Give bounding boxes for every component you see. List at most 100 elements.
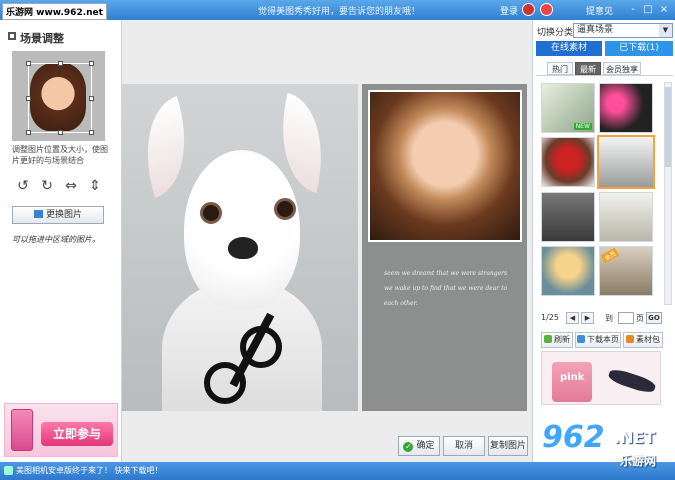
crop-handle[interactable] [89, 96, 94, 101]
crop-handle[interactable] [58, 61, 63, 66]
dog-eye [274, 198, 296, 220]
flip-horizontal-icon[interactable]: ⇔ [62, 177, 80, 195]
photo-frame[interactable] [368, 90, 522, 242]
android-icon [4, 466, 13, 475]
copy-image-button[interactable]: 复制图片 [488, 436, 528, 456]
new-badge: NEW [573, 123, 592, 130]
refresh-label: 刷新 [554, 335, 570, 344]
sub-tab-vip[interactable]: 会员独享 [603, 62, 641, 75]
scene-adjust-icon [8, 32, 16, 40]
ok-label: 确定 [416, 441, 435, 451]
material-item[interactable] [599, 83, 653, 133]
crop-handle[interactable] [26, 61, 31, 66]
page-unit-label: 页 [636, 314, 644, 323]
refresh-button[interactable]: 刷新 [541, 332, 573, 348]
scene-photo-area: seem we dreamt that we were strangers we… [362, 84, 527, 411]
dog-head [184, 150, 300, 310]
cancel-button[interactable]: 取消 [443, 436, 485, 456]
scroll-thumb[interactable] [665, 87, 671, 167]
category-value: 逼真场景 [577, 25, 614, 35]
login-link[interactable]: 登录 [500, 4, 518, 17]
watermark-sub: 乐游网 [620, 454, 657, 468]
page-indicator: 1/25 [541, 313, 559, 322]
material-scrollbar[interactable] [664, 82, 672, 305]
material-item[interactable] [541, 192, 595, 242]
change-image-button[interactable]: 更换图片 [12, 206, 104, 224]
download-icon [577, 335, 585, 343]
scene-poem: seem we dreamt that we were strangers we… [384, 266, 518, 311]
title-bar: 乐游网 www.962.net 觉得美图秀秀好用，要告诉您的朋友哦！ 登录 提意… [0, 0, 675, 20]
vip-badge: 会员 [600, 247, 620, 264]
prev-page-button[interactable]: ◀ [566, 312, 579, 324]
material-item-selected[interactable] [597, 135, 655, 189]
portrait-photo [370, 92, 520, 240]
poem-line: seem we dreamt that we were strangers [384, 270, 508, 277]
maximize-button[interactable]: □ [641, 3, 655, 16]
tab-online-material[interactable]: 在线素材 [536, 41, 602, 56]
watermark-number: 962 [542, 420, 605, 455]
window-title: 觉得美图秀秀好用，要告诉您的朋友哦！ [258, 7, 421, 17]
chevron-down-icon: ▼ [659, 24, 672, 37]
category-label: 切换分类 [537, 28, 574, 38]
crop-handle[interactable] [89, 61, 94, 66]
material-item[interactable] [541, 137, 595, 187]
download-page-button[interactable]: 下载本页 [575, 332, 621, 348]
dog-scene-image [122, 84, 358, 411]
promo-ad-image[interactable]: pink [541, 351, 661, 405]
panel-title: 场景调整 [20, 32, 64, 45]
dog-nose [228, 237, 258, 259]
material-item[interactable]: 会员 [599, 246, 653, 296]
site-tag: 乐游网 www.962.net [2, 3, 107, 20]
flip-vertical-icon[interactable]: ⇕ [86, 177, 104, 195]
change-image-label: 更换图片 [45, 210, 82, 220]
page-input[interactable] [618, 312, 634, 324]
material-item[interactable]: NEW [541, 83, 595, 133]
scene-stage[interactable]: seem we dreamt that we were strangers we… [122, 84, 527, 411]
pager: 1/25 ◀ ▶ 到 页 GO [541, 312, 673, 326]
material-panel: 切换分类 逼真场景 ▼ 在线素材 已下载(1) 热门 最新 会员独享 NEW 会… [532, 20, 675, 462]
promo-banner[interactable]: 立即参与 [4, 403, 118, 457]
status-message[interactable]: 美图相机安卓版终于来了！ 快来下载吧！ [16, 465, 163, 476]
goto-label: 到 [605, 314, 613, 323]
check-icon: ✓ [403, 442, 414, 452]
user-avatar-icon[interactable] [522, 3, 535, 16]
category-select[interactable]: 逼真场景 ▼ [573, 23, 673, 38]
preview-thumbnail[interactable] [12, 51, 105, 141]
dog-ear [127, 96, 205, 198]
dog-eye [200, 202, 222, 224]
crop-handle[interactable] [26, 96, 31, 101]
go-button[interactable]: GO [646, 312, 662, 324]
download-page-label: 下载本页 [587, 335, 619, 344]
poem-line: we wake up to find that we were dear to [384, 285, 508, 292]
crop-handle[interactable] [89, 130, 94, 135]
material-pack-label: 素材包 [636, 335, 660, 344]
minimize-button[interactable]: - [626, 3, 640, 16]
adjust-hint: 调整图片位置及大小，使图片更好的与场景结合 [12, 145, 108, 165]
close-button[interactable]: × [657, 3, 671, 16]
scene-adjust-panel: 场景调整 调整图片位置及大小，使图片更好的与场景结合 ↺ ↻ ⇔ ⇕ 更换图片 … [0, 20, 122, 462]
material-item[interactable] [541, 246, 595, 296]
watermark-net: .NET [614, 428, 656, 447]
phone-icon [11, 409, 33, 451]
weibo-icon[interactable] [540, 3, 553, 16]
material-pack-button[interactable]: 素材包 [623, 332, 663, 348]
sub-tab-latest[interactable]: 最新 [575, 62, 601, 75]
crop-handle[interactable] [58, 130, 63, 135]
material-item[interactable] [599, 192, 653, 242]
crop-handle[interactable] [26, 130, 31, 135]
tab-downloaded[interactable]: 已下载(1) [605, 41, 673, 56]
feedback-link[interactable]: 提意见 [586, 4, 613, 17]
drag-hint: 可以拖进中区域的图片。 [12, 235, 100, 244]
join-now-button[interactable]: 立即参与 [41, 422, 113, 446]
ok-button[interactable]: ✓ 确定 [398, 436, 440, 456]
refresh-icon [544, 335, 552, 343]
rotate-left-icon[interactable]: ↺ [14, 177, 32, 195]
sub-tab-hot[interactable]: 热门 [547, 62, 573, 75]
crop-box[interactable] [26, 61, 94, 135]
promo-text: pink [560, 372, 585, 383]
rotate-right-icon[interactable]: ↻ [38, 177, 56, 195]
package-icon [626, 335, 634, 343]
sub-tab-bar: 热门 最新 会员独享 [536, 56, 673, 76]
image-icon [33, 210, 43, 218]
next-page-button[interactable]: ▶ [581, 312, 594, 324]
